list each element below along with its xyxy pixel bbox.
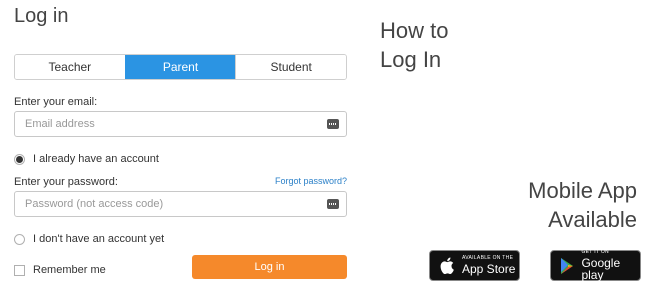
no-account-radio[interactable] xyxy=(14,233,25,245)
role-selector: Teacher Parent Student xyxy=(14,54,347,80)
forgot-password-link[interactable]: Forgot password? xyxy=(275,176,347,186)
tab-teacher[interactable]: Teacher xyxy=(15,55,125,79)
tab-parent[interactable]: Parent xyxy=(124,55,236,79)
no-account-label: I don't have an account yet xyxy=(33,233,165,245)
app-store-small-text: AVAILABLE ON THE xyxy=(462,255,514,261)
app-store-big-text: App Store xyxy=(462,262,516,276)
howto-line-1: How to xyxy=(380,18,449,43)
app-store-badge[interactable]: AVAILABLE ON THE App Store xyxy=(429,250,520,281)
email-placeholder: Email address xyxy=(25,118,95,130)
remember-me-option[interactable]: Remember me xyxy=(14,264,106,276)
email-field[interactable]: Email address xyxy=(14,111,347,137)
google-play-texts: GET IT ON Google play xyxy=(581,249,640,282)
remember-me-label: Remember me xyxy=(33,264,106,276)
login-button[interactable]: Log in xyxy=(192,255,347,279)
apple-icon xyxy=(438,256,456,276)
autofill-icon[interactable] xyxy=(327,119,339,129)
have-account-option[interactable]: I already have an account xyxy=(14,153,159,165)
have-account-radio[interactable] xyxy=(14,153,25,165)
google-play-big-text: Google play xyxy=(581,256,621,282)
play-icon xyxy=(559,256,575,276)
have-account-label: I already have an account xyxy=(33,153,159,165)
google-play-badge[interactable]: GET IT ON Google play xyxy=(550,250,641,281)
mobile-line-1: Mobile App xyxy=(528,178,637,203)
remember-me-checkbox[interactable] xyxy=(14,264,25,276)
mobile-app-heading: Mobile App Available xyxy=(528,176,637,234)
password-placeholder: Password (not access code) xyxy=(25,198,164,210)
tab-student[interactable]: Student xyxy=(235,55,346,79)
mobile-line-2: Available xyxy=(548,207,637,232)
password-field[interactable]: Password (not access code) xyxy=(14,191,347,217)
autofill-icon[interactable] xyxy=(327,199,339,209)
password-label: Enter your password: xyxy=(14,176,118,188)
app-store-texts: AVAILABLE ON THE App Store xyxy=(462,255,516,276)
google-play-small-text: GET IT ON xyxy=(581,249,609,255)
howto-heading: How to Log In xyxy=(380,16,448,74)
email-label: Enter your email: xyxy=(14,96,98,108)
no-account-option[interactable]: I don't have an account yet xyxy=(14,233,164,245)
page-title: Log in xyxy=(14,5,69,27)
howto-line-2: Log In xyxy=(380,47,442,72)
